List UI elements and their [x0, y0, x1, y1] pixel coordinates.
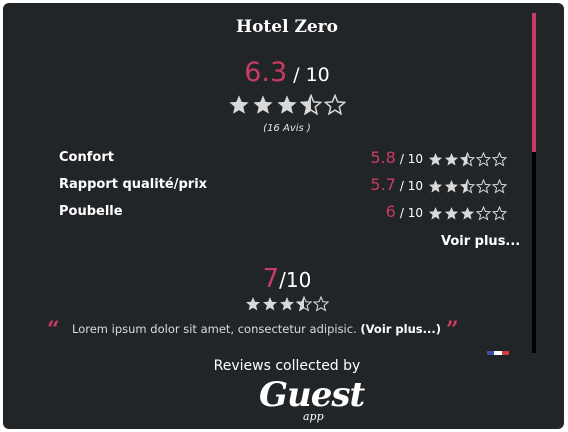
logo-brand: Guest — [259, 375, 365, 415]
see-more-link[interactable]: Voir plus... — [441, 234, 520, 249]
criterion-score: 5.8 — [370, 148, 396, 167]
review-read-more-link[interactable]: (Voir plus...) — [360, 322, 441, 336]
criterion-label: Poubelle — [59, 204, 123, 219]
star-icon — [491, 178, 507, 194]
criterion-row: Rapport qualité/prix 5.7/ 10 — [59, 175, 519, 197]
star-icon — [460, 206, 474, 220]
open-quote-icon: “ — [47, 317, 60, 343]
overall-star-rating — [3, 94, 564, 116]
star-icon — [459, 151, 475, 167]
star-icon — [475, 151, 491, 167]
star-icon — [313, 296, 329, 312]
criterion-score-max: / 10 — [399, 152, 423, 166]
review-star-rating — [3, 296, 564, 312]
star-icon — [296, 296, 312, 312]
reviews-widget: Hotel Zero 6.3/ 10 (16 Avis ) Confort 5.… — [3, 3, 564, 429]
review-score-value: 7 — [262, 264, 280, 294]
star-icon — [246, 297, 260, 311]
guestapp-logo[interactable]: Guest app — [259, 375, 365, 425]
overall-score-value: 6.3 — [244, 57, 288, 88]
star-icon — [428, 152, 442, 166]
review-text: Lorem ipsum dolor sit amet, consectetur … — [72, 322, 441, 336]
review-body: Lorem ipsum dolor sit amet, consectetur … — [72, 322, 357, 336]
criterion-row: Confort 5.8/ 10 — [59, 148, 519, 170]
star-icon — [475, 178, 491, 194]
star-icon — [459, 178, 475, 194]
criterion-star-rating — [427, 151, 507, 167]
star-icon — [475, 205, 491, 221]
review-score-max: /10 — [279, 268, 312, 292]
star-icon — [300, 94, 322, 116]
star-icon — [253, 95, 273, 114]
review-score: 7/10 — [3, 264, 564, 294]
criterion-score: 5.7 — [370, 175, 396, 194]
star-icon — [229, 95, 249, 114]
criterion-row: Poubelle 6/ 10 — [59, 202, 519, 224]
criterion-label: Confort — [59, 150, 114, 165]
reviews-collected-by: Reviews collected by — [213, 358, 361, 374]
star-icon — [491, 151, 507, 167]
star-icon — [324, 94, 346, 116]
close-quote-icon: ” — [446, 317, 459, 343]
logo-brand-sub: app — [303, 410, 324, 423]
hotel-name: Hotel Zero — [236, 17, 338, 37]
star-icon — [280, 297, 294, 311]
star-icon — [428, 206, 442, 220]
criterion-score-max: / 10 — [399, 179, 423, 193]
criterion-score: 6 — [385, 202, 396, 221]
review-count: (16 Avis ) — [263, 123, 311, 134]
star-icon — [428, 179, 442, 193]
criterion-star-rating — [427, 205, 507, 221]
star-icon — [444, 179, 458, 193]
criterion-label: Rapport qualité/prix — [59, 177, 208, 192]
overall-score-max: / 10 — [293, 64, 330, 86]
criterion-score-max: / 10 — [399, 206, 423, 220]
criterion-star-rating — [427, 178, 507, 194]
overall-score: 6.3/ 10 — [3, 57, 564, 88]
french-flag-icon — [487, 351, 509, 355]
star-icon — [444, 152, 458, 166]
star-icon — [277, 95, 297, 114]
star-icon — [263, 297, 277, 311]
star-icon — [491, 205, 507, 221]
star-icon — [444, 206, 458, 220]
